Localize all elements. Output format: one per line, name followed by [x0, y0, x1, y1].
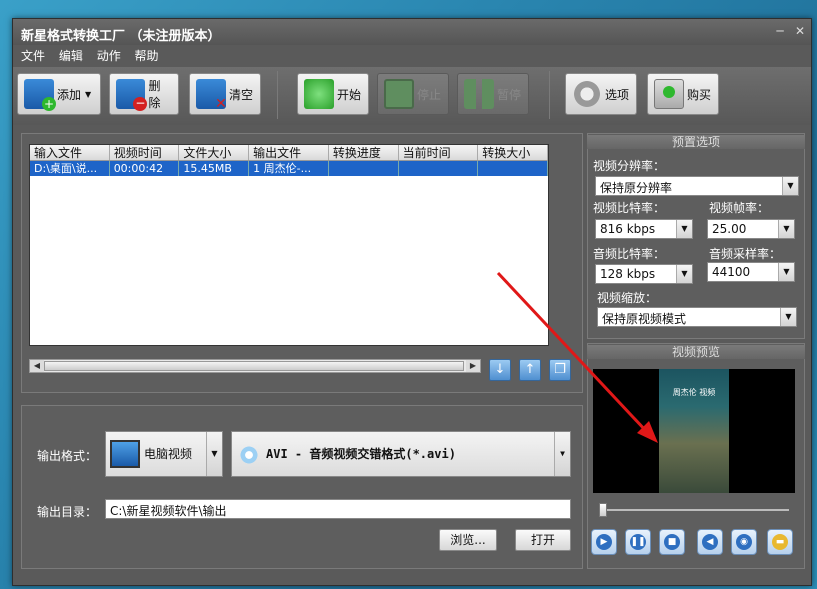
- main-window: 新星格式转换工厂 （未注册版本） ─ ✕ 文件 编辑 动作 帮助 + 添加 ▼ …: [12, 18, 812, 586]
- arrow-line: [496, 271, 649, 434]
- annotation-arrow: [496, 271, 658, 443]
